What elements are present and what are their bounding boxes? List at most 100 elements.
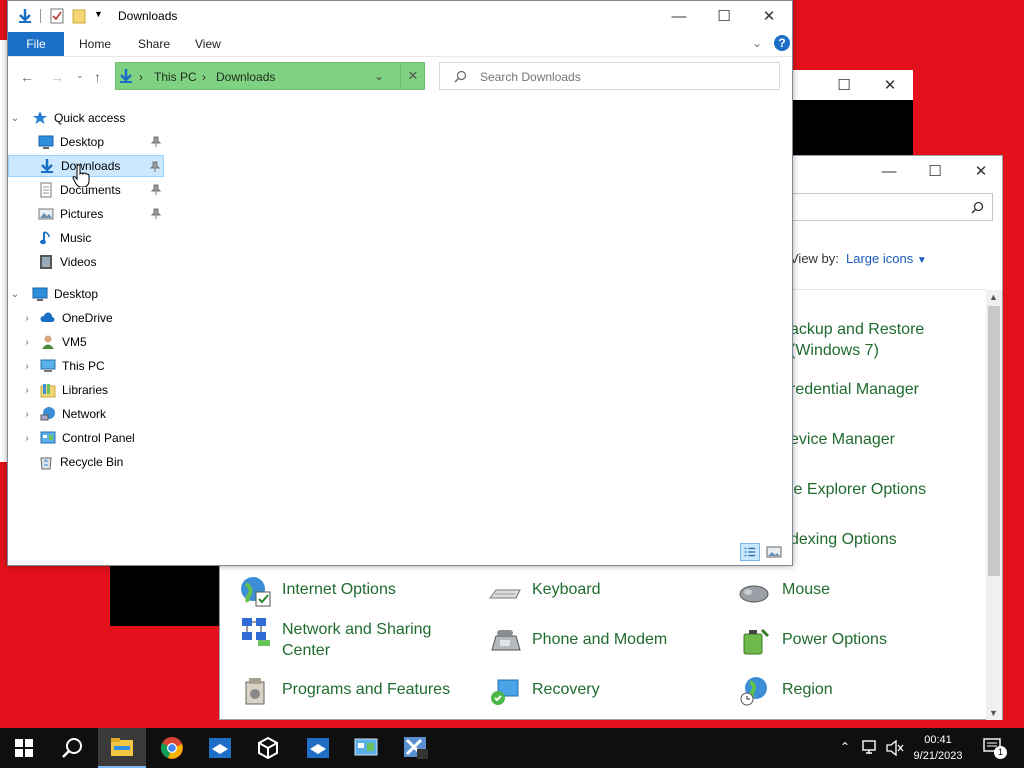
ribbon-tab-share[interactable]: Share bbox=[138, 37, 170, 51]
cp-item-backup[interactable]: ackup and Restore (Windows 7) bbox=[790, 319, 924, 361]
crumb-downloads[interactable]: Downloads bbox=[216, 70, 275, 84]
search-button[interactable] bbox=[48, 728, 96, 768]
maximize-button[interactable]: ☐ bbox=[701, 1, 747, 31]
search-input[interactable] bbox=[478, 67, 772, 87]
network-icon[interactable] bbox=[862, 740, 880, 756]
cp-item-device-manager[interactable]: evice Manager bbox=[790, 429, 895, 450]
cp-item-recovery[interactable]: Recovery bbox=[488, 679, 600, 708]
cp-scrollbar[interactable]: ▲ ▼ bbox=[986, 290, 1002, 720]
network-sharing-icon bbox=[242, 618, 270, 646]
bg-close-button[interactable]: ✕ bbox=[867, 70, 913, 100]
pin-icon[interactable] bbox=[150, 208, 162, 220]
tree-item-this-pc[interactable]: › This PC bbox=[8, 355, 164, 377]
cp-item-file-explorer-options[interactable]: le Explorer Options bbox=[790, 479, 926, 500]
taskbar-file-explorer[interactable] bbox=[98, 728, 146, 768]
chevron-down-icon[interactable]: ⌄ bbox=[8, 289, 22, 300]
tree-item-recycle-bin[interactable]: Recycle Bin bbox=[8, 451, 164, 473]
address-bar[interactable]: › This PC › Downloads ⌄ ✕ bbox=[115, 62, 425, 90]
cp-item-credential[interactable]: redential Manager bbox=[790, 379, 919, 400]
chevron-right-icon[interactable]: › bbox=[20, 433, 34, 444]
tree-item-desktop[interactable]: Desktop bbox=[8, 131, 164, 153]
notifications-button[interactable]: 1 bbox=[976, 734, 1010, 762]
cp-item-mouse[interactable]: Mouse bbox=[738, 579, 830, 608]
scroll-down-icon[interactable]: ▼ bbox=[989, 708, 998, 718]
explorer-title-bar[interactable]: ▼ Downloads — ☐ ✕ bbox=[8, 1, 792, 31]
chevron-right-icon[interactable]: › bbox=[20, 313, 34, 324]
download-arrow-icon bbox=[19, 9, 31, 23]
cp-maximize-button[interactable]: ☐ bbox=[912, 156, 958, 186]
cp-item-network-sharing[interactable]: Network and Sharing Center bbox=[238, 618, 431, 661]
tree-item-network[interactable]: › Network bbox=[8, 403, 164, 425]
tree-item-vm5[interactable]: › VM5 bbox=[8, 331, 164, 353]
tree-item-music[interactable]: Music bbox=[8, 227, 164, 249]
taskbar-app-3[interactable] bbox=[294, 728, 342, 768]
cp-item-indexing[interactable]: dexing Options bbox=[790, 529, 897, 550]
taskbar-app-1[interactable] bbox=[196, 728, 244, 768]
computer-icon bbox=[40, 359, 56, 372]
taskbar-chrome[interactable] bbox=[148, 728, 196, 768]
scroll-thumb[interactable] bbox=[988, 306, 1000, 576]
close-button[interactable]: ✕ bbox=[746, 1, 792, 31]
chevron-right-icon[interactable]: › bbox=[20, 361, 34, 372]
tree-quick-access[interactable]: ⌄ Quick access bbox=[8, 107, 164, 129]
cp-item-region[interactable]: Region bbox=[738, 677, 833, 708]
pin-icon[interactable] bbox=[149, 161, 161, 173]
chevron-up-icon[interactable]: ⌃ bbox=[840, 740, 850, 754]
taskbar-app-4[interactable] bbox=[392, 728, 440, 768]
scroll-up-icon[interactable]: ▲ bbox=[989, 292, 998, 302]
taskbar-control-panel[interactable] bbox=[342, 728, 390, 768]
recent-locations-icon[interactable]: ⌄ bbox=[76, 70, 84, 81]
cp-item-internet-options[interactable]: Internet Options bbox=[238, 577, 396, 608]
tree-item-libraries[interactable]: › Libraries bbox=[8, 379, 164, 401]
customize-qat-icon[interactable]: ▼ bbox=[94, 9, 103, 19]
bg-maximize-button[interactable]: ☐ bbox=[821, 70, 867, 100]
help-icon[interactable]: ? bbox=[774, 35, 790, 51]
ribbon-expand-icon[interactable]: ⌄ bbox=[752, 36, 762, 50]
cp-item-power-options[interactable]: Power Options bbox=[738, 628, 887, 658]
taskbar-app-2[interactable] bbox=[244, 728, 292, 768]
properties-icon[interactable] bbox=[50, 8, 64, 24]
ribbon-tab-file[interactable]: File bbox=[8, 32, 64, 56]
phone-modem-icon bbox=[491, 630, 521, 651]
cp-item-keyboard[interactable]: Keyboard bbox=[488, 579, 601, 608]
cp-item-phone-modem[interactable]: Phone and Modem bbox=[488, 629, 667, 658]
start-button[interactable] bbox=[0, 728, 48, 768]
desktop-icon bbox=[32, 287, 48, 301]
tree-item-videos[interactable]: Videos bbox=[8, 251, 164, 273]
cube-icon bbox=[258, 736, 278, 760]
chevron-right-icon[interactable]: › bbox=[20, 409, 34, 420]
chevron-right-icon[interactable]: › bbox=[20, 337, 34, 348]
control-panel-icon bbox=[40, 431, 56, 444]
volume-muted-icon[interactable] bbox=[886, 740, 904, 756]
pin-icon[interactable] bbox=[150, 184, 162, 196]
search-box[interactable] bbox=[439, 62, 780, 90]
chevron-down-icon[interactable]: ⌄ bbox=[8, 113, 22, 124]
pin-icon[interactable] bbox=[150, 136, 162, 148]
ribbon-tab-home[interactable]: Home bbox=[79, 37, 111, 51]
view-by-dropdown[interactable]: Large icons ▼ bbox=[846, 251, 927, 266]
file-explorer-icon bbox=[111, 738, 133, 756]
details-view-icon[interactable] bbox=[740, 543, 760, 561]
cp-minimize-button[interactable]: — bbox=[866, 156, 912, 186]
cp-search-input[interactable] bbox=[780, 193, 993, 221]
large-icons-view-icon[interactable] bbox=[764, 543, 784, 561]
power-options-icon bbox=[743, 628, 770, 655]
clock[interactable]: 00:41 9/21/2023 bbox=[908, 732, 968, 764]
back-button[interactable]: ← bbox=[20, 69, 34, 85]
tree-item-pictures[interactable]: Pictures bbox=[8, 203, 164, 225]
tree-item-control-panel[interactable]: › Control Panel bbox=[8, 427, 164, 449]
download-arrow-icon bbox=[120, 69, 132, 83]
crumb-this-pc[interactable]: This PC bbox=[154, 70, 197, 84]
chevron-right-icon[interactable]: › bbox=[20, 385, 34, 396]
cp-item-programs-features[interactable]: Programs and Features bbox=[238, 678, 450, 708]
new-folder-icon[interactable] bbox=[72, 8, 86, 24]
minimize-button[interactable]: — bbox=[656, 1, 702, 31]
up-button[interactable]: ↑ bbox=[94, 69, 101, 85]
ribbon-tab-view[interactable]: View bbox=[195, 37, 221, 51]
address-clear-button[interactable]: ✕ bbox=[400, 63, 425, 89]
tree-item-onedrive[interactable]: › OneDrive bbox=[8, 307, 164, 329]
forward-button[interactable]: → bbox=[50, 69, 64, 85]
address-dropdown-icon[interactable]: ⌄ bbox=[374, 69, 384, 83]
cp-close-button[interactable]: ✕ bbox=[958, 156, 1004, 186]
tree-desktop[interactable]: ⌄ Desktop bbox=[8, 283, 164, 305]
